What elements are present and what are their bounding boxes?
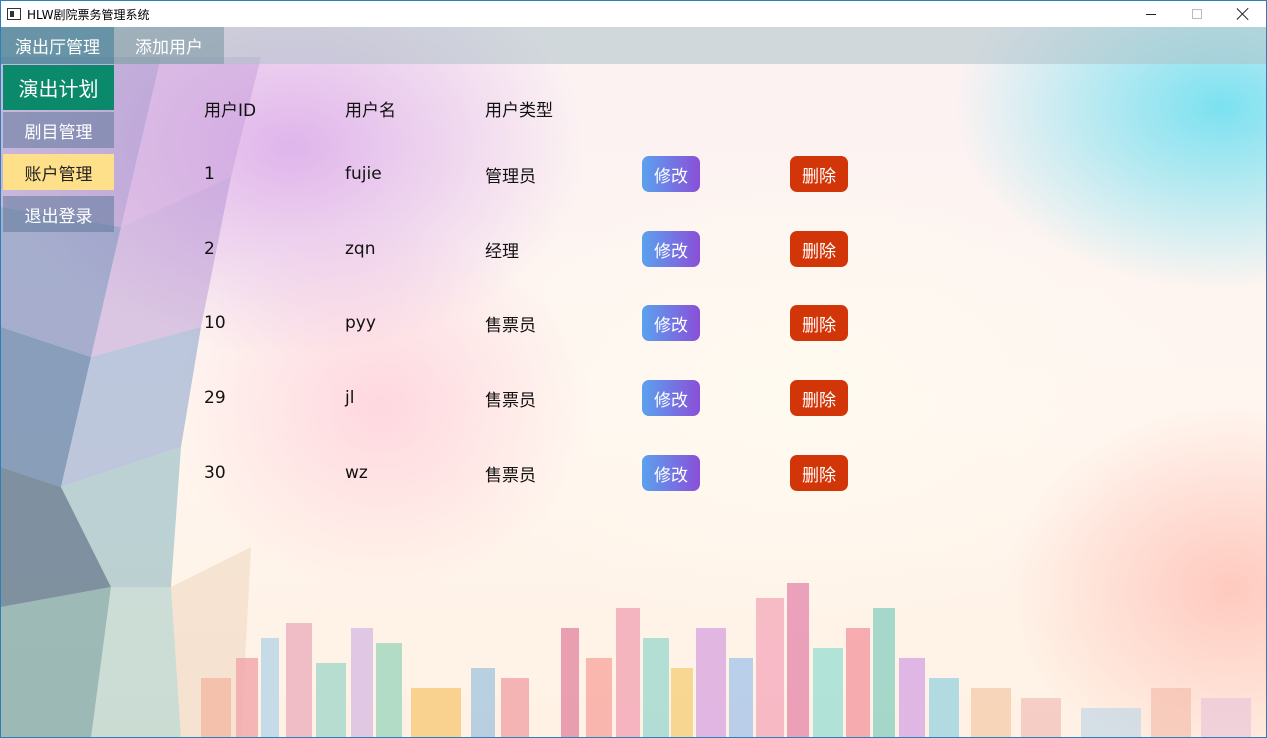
delete-button[interactable]: 删除 [790, 455, 848, 491]
window-title: HLW剧院票务管理系统 [27, 7, 150, 22]
app-icon [7, 8, 21, 20]
username-cell: zqn [345, 239, 376, 259]
edit-button[interactable]: 修改 [642, 455, 700, 491]
minimize-button[interactable] [1128, 1, 1174, 27]
edit-button[interactable]: 修改 [642, 380, 700, 416]
sidebar-item-logout[interactable]: 退出登录 [3, 196, 114, 232]
edit-button[interactable]: 修改 [642, 231, 700, 267]
tab-add-user[interactable]: 添加用户 [114, 27, 224, 64]
window-controls [1128, 1, 1266, 27]
delete-button[interactable]: 删除 [790, 231, 848, 267]
city-skyline-illustration [201, 583, 1251, 737]
user-id-cell: 29 [204, 388, 226, 408]
user-type-cell: 售票员 [485, 315, 536, 336]
user-id-cell: 1 [204, 164, 215, 184]
user-id-cell: 10 [204, 313, 226, 333]
sidebar-item-account-management[interactable]: 账户管理 [3, 154, 114, 190]
maximize-button[interactable] [1174, 1, 1220, 27]
title-bar: HLW剧院票务管理系统 [1, 1, 1266, 27]
column-header-username: 用户名 [345, 101, 396, 121]
user-id-cell: 30 [204, 463, 226, 483]
sidebar-item-performance-plan[interactable]: 演出计划 [3, 65, 114, 110]
user-type-cell: 管理员 [485, 166, 536, 187]
delete-button[interactable]: 删除 [790, 156, 848, 192]
minimize-icon [1146, 13, 1156, 15]
sidebar: 演出计划 剧目管理 账户管理 退出登录 [1, 64, 114, 737]
user-id-cell: 2 [204, 239, 215, 259]
tab-theater-hall-management[interactable]: 演出厅管理 [1, 27, 114, 64]
user-type-cell: 经理 [485, 241, 519, 262]
table-row: 1 fujie 管理员 修改 删除 [191, 156, 891, 192]
username-cell: pyy [345, 313, 376, 333]
table-row: 10 pyy 售票员 修改 删除 [191, 305, 891, 341]
close-button[interactable] [1220, 1, 1266, 27]
app-window: HLW剧院票务管理系统 演出厅管理 添加用户 演出计划 剧目管理 账户管理 退出… [0, 0, 1267, 738]
username-cell: jl [345, 388, 355, 408]
maximize-icon [1192, 9, 1202, 19]
table-row: 2 zqn 经理 修改 删除 [191, 231, 891, 267]
delete-button[interactable]: 删除 [790, 305, 848, 341]
sidebar-item-play-management[interactable]: 剧目管理 [3, 112, 114, 148]
user-type-cell: 售票员 [485, 465, 536, 486]
column-header-user-type: 用户类型 [485, 101, 553, 121]
edit-button[interactable]: 修改 [642, 305, 700, 341]
top-tab-bar: 演出厅管理 添加用户 [1, 27, 1266, 64]
delete-button[interactable]: 删除 [790, 380, 848, 416]
table-row: 29 jl 售票员 修改 删除 [191, 380, 891, 416]
column-header-user-id: 用户ID [204, 101, 257, 121]
username-cell: fujie [345, 164, 382, 184]
table-row: 30 wz 售票员 修改 删除 [191, 455, 891, 491]
username-cell: wz [345, 463, 368, 483]
close-icon [1237, 8, 1249, 20]
client-area: 演出厅管理 添加用户 演出计划 剧目管理 账户管理 退出登录 用户ID 用户名 … [1, 27, 1266, 737]
edit-button[interactable]: 修改 [642, 156, 700, 192]
user-type-cell: 售票员 [485, 390, 536, 411]
